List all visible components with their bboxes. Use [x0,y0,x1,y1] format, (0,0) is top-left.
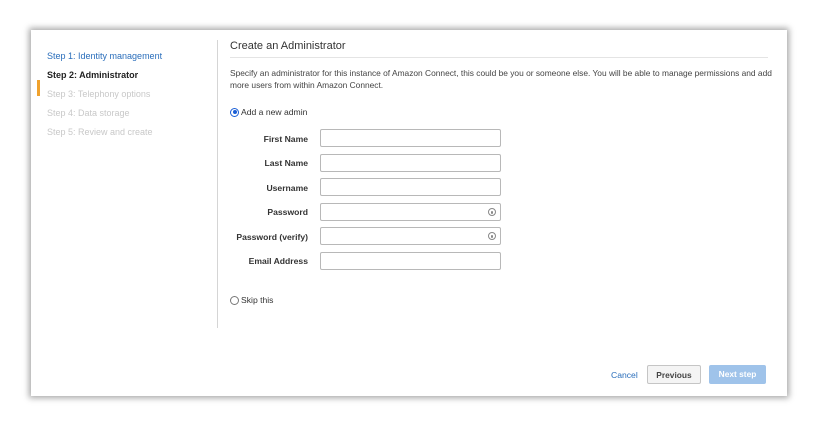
password-reveal-icon[interactable] [488,208,496,216]
next-step-button[interactable]: Next step [709,365,766,384]
add-new-admin-radio[interactable] [230,107,239,117]
step-telephony-options: Step 3: Telephony options [47,89,151,99]
username-input[interactable] [320,178,501,196]
step-identity-management[interactable]: Step 1: Identity management [47,50,162,62]
skip-this-radio[interactable] [230,295,239,305]
first-name-input[interactable] [320,129,501,147]
last-name-label: Last Name [264,158,308,168]
password-verify-input[interactable] [320,227,501,245]
password-verify-label: Password (verify) [236,232,308,242]
cancel-button[interactable]: Cancel [611,370,638,380]
step-data-storage: Step 4: Data storage [47,108,130,118]
wizard-card: Step 1: Identity management Step 2: Admi… [31,30,787,396]
last-name-input[interactable] [320,154,501,172]
password-input[interactable] [320,203,501,221]
skip-this-label: Skip this [241,295,274,305]
add-new-admin-label: Add a new admin [241,107,308,117]
skip-this-option[interactable]: Skip this [230,295,273,305]
step-administrator: Step 2: Administrator [47,70,139,80]
page-title: Create an Administrator [230,40,346,52]
username-label: Username [266,183,308,193]
add-new-admin-option[interactable]: Add a new admin [230,107,307,117]
active-step-marker [37,80,40,96]
first-name-label: First Name [263,134,308,144]
previous-button[interactable]: Previous [647,365,701,384]
title-divider [230,57,768,58]
password-verify-reveal-icon[interactable] [488,232,496,240]
email-address-label: Email Address [248,256,308,266]
email-address-input[interactable] [320,252,501,270]
description-text: Specify an administrator for this instan… [230,68,772,90]
password-label: Password [267,207,308,217]
